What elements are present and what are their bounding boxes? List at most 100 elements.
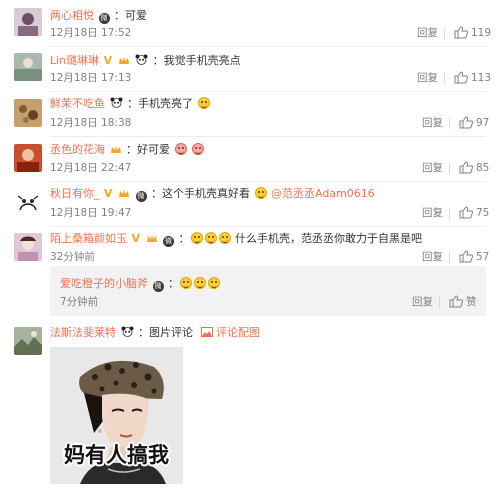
comment-line: 丞色的花海 ：好可爱 [50,143,205,157]
tears-emoji-icon [180,277,192,289]
timestamp: 12月18日 19:47 [50,207,132,219]
separator [449,208,450,219]
fan-badge-icon: 微 [152,281,164,292]
cry-emoji-icon [192,143,204,155]
vip-icon: V [131,232,141,245]
comment-line: 秋日有你_ V 微 ：这个手机壳真好看 @范丞丞Adam0616 [50,187,375,202]
like-label: 赞 [466,296,477,308]
avatar[interactable] [14,144,42,172]
reply-button[interactable]: 回复 [422,207,443,220]
fan-badge-icon: 微 [135,191,147,202]
thumbs-up-icon[interactable] [459,116,473,129]
thumbs-up-icon[interactable] [459,250,473,263]
reply-button[interactable]: 回复 [422,117,443,130]
timestamp: 32分钟前 [50,251,95,263]
fan-badge-icon: 微 [98,13,110,24]
grin-emoji-icon [197,97,210,109]
crown-icon [146,234,157,242]
thumbs-up-icon[interactable] [449,295,463,308]
timestamp: 7分钟前 [60,296,99,308]
comment-text: ：我觉手机壳亮点 [152,54,241,67]
tears-emoji-icon [254,187,267,199]
reply-button[interactable]: 回复 [417,27,438,40]
reply-button[interactable]: 回复 [417,72,438,85]
fan-badge-icon: 微 [163,236,175,247]
avatar[interactable] [14,327,42,355]
image-caption: 妈有人搞我 [64,443,169,467]
crown-icon [110,145,121,153]
tears-emoji-icon [204,232,217,244]
avatar[interactable] [14,233,42,261]
comment-line: 鲜茉不吃鱼 ：手机壳亮了 [50,97,211,111]
divider [50,181,486,182]
comment-text: ：图片评论 [138,326,193,339]
like-count: 97 [476,117,490,129]
like-count: 113 [471,72,492,84]
comment-text: ：好可爱 [126,143,170,156]
vip-icon: V [104,187,113,200]
comment-line: 两心相悦 微 ：可爱 [50,9,147,24]
divider [50,91,486,92]
panda-icon [110,97,122,108]
panda-icon [135,54,148,65]
like-count: 75 [476,207,490,219]
timestamp: 12月18日 17:13 [50,72,132,84]
separator [444,73,445,84]
username[interactable]: 陌上桑箱颜如玉 [50,232,127,245]
username[interactable]: 丞色的花海 [50,143,105,156]
username[interactable]: 鲜茉不吃鱼 [50,97,105,110]
avatar[interactable] [14,53,42,81]
username[interactable]: 两心相悦 [50,9,94,22]
divider [50,136,486,137]
comment-line: 陌上桑箱颜如玉 V 微 ： 什么手机壳，范丞丞你敢力于自黑是吧 [50,232,423,247]
comment-line: Lin璐琳琳 V ：我觉手机壳亮点 [50,54,241,68]
reply-button[interactable]: 回复 [412,296,433,309]
vip-icon: V [103,54,113,67]
tears-emoji-icon [208,277,220,289]
timestamp: 12月18日 22:47 [50,162,132,174]
image-icon [200,327,213,337]
mention-link[interactable]: @范丞丞Adam0616 [271,187,375,200]
separator [449,163,450,174]
crown-icon [119,189,130,197]
thumbs-up-icon[interactable] [459,161,473,174]
username[interactable]: 爱吃橙子的小脑斧 [60,277,148,290]
tears-emoji-icon [190,232,203,244]
cry-emoji-icon [174,143,187,155]
thumbs-up-icon[interactable] [454,71,468,84]
comment-text: ：手机壳亮了 [127,97,193,110]
thumbs-up-icon[interactable] [459,206,473,219]
thumbs-up-icon[interactable] [454,26,468,39]
username[interactable]: 秋日有你_ [50,187,100,200]
like-count: 119 [471,27,492,39]
comment-text: ：这个手机壳真好看 [151,187,251,200]
username[interactable]: 法斯法斐莱特 [50,326,116,339]
comment-text: ：可爱 [114,9,147,22]
comment-line: 法斯法斐莱特 ：图片评论 评论配图 [50,326,260,340]
avatar[interactable] [14,190,42,218]
reply-button[interactable]: 回复 [422,251,443,264]
sub-reply-line: 爱吃橙子的小脑斧 微 ： [60,277,221,292]
avatar[interactable] [14,8,42,36]
image-comment-link[interactable]: 评论配图 [216,326,260,339]
username[interactable]: Lin璐琳琳 [50,54,99,67]
divider [50,46,486,47]
tears-emoji-icon [218,232,231,244]
avatar[interactable] [14,99,42,127]
separator [449,252,450,263]
sub-reply: 爱吃橙子的小脑斧 微 ： 7分钟前 回复 赞 [50,266,486,316]
timestamp: 12月18日 18:38 [50,117,132,129]
separator [439,297,440,308]
separator [449,118,450,129]
separator [444,28,445,39]
divider [50,226,486,227]
reply-button[interactable]: 回复 [422,162,443,175]
like-count: 85 [476,162,490,174]
comment-image[interactable]: 妈有人搞我 [50,347,183,484]
tears-emoji-icon [194,277,206,289]
panda-icon [121,326,133,337]
comment-text: 什么手机壳，范丞丞你敢力于自黑是吧 [235,232,423,245]
crown-icon [118,56,129,64]
timestamp: 12月18日 17:52 [50,27,132,39]
like-count: 57 [476,251,490,263]
